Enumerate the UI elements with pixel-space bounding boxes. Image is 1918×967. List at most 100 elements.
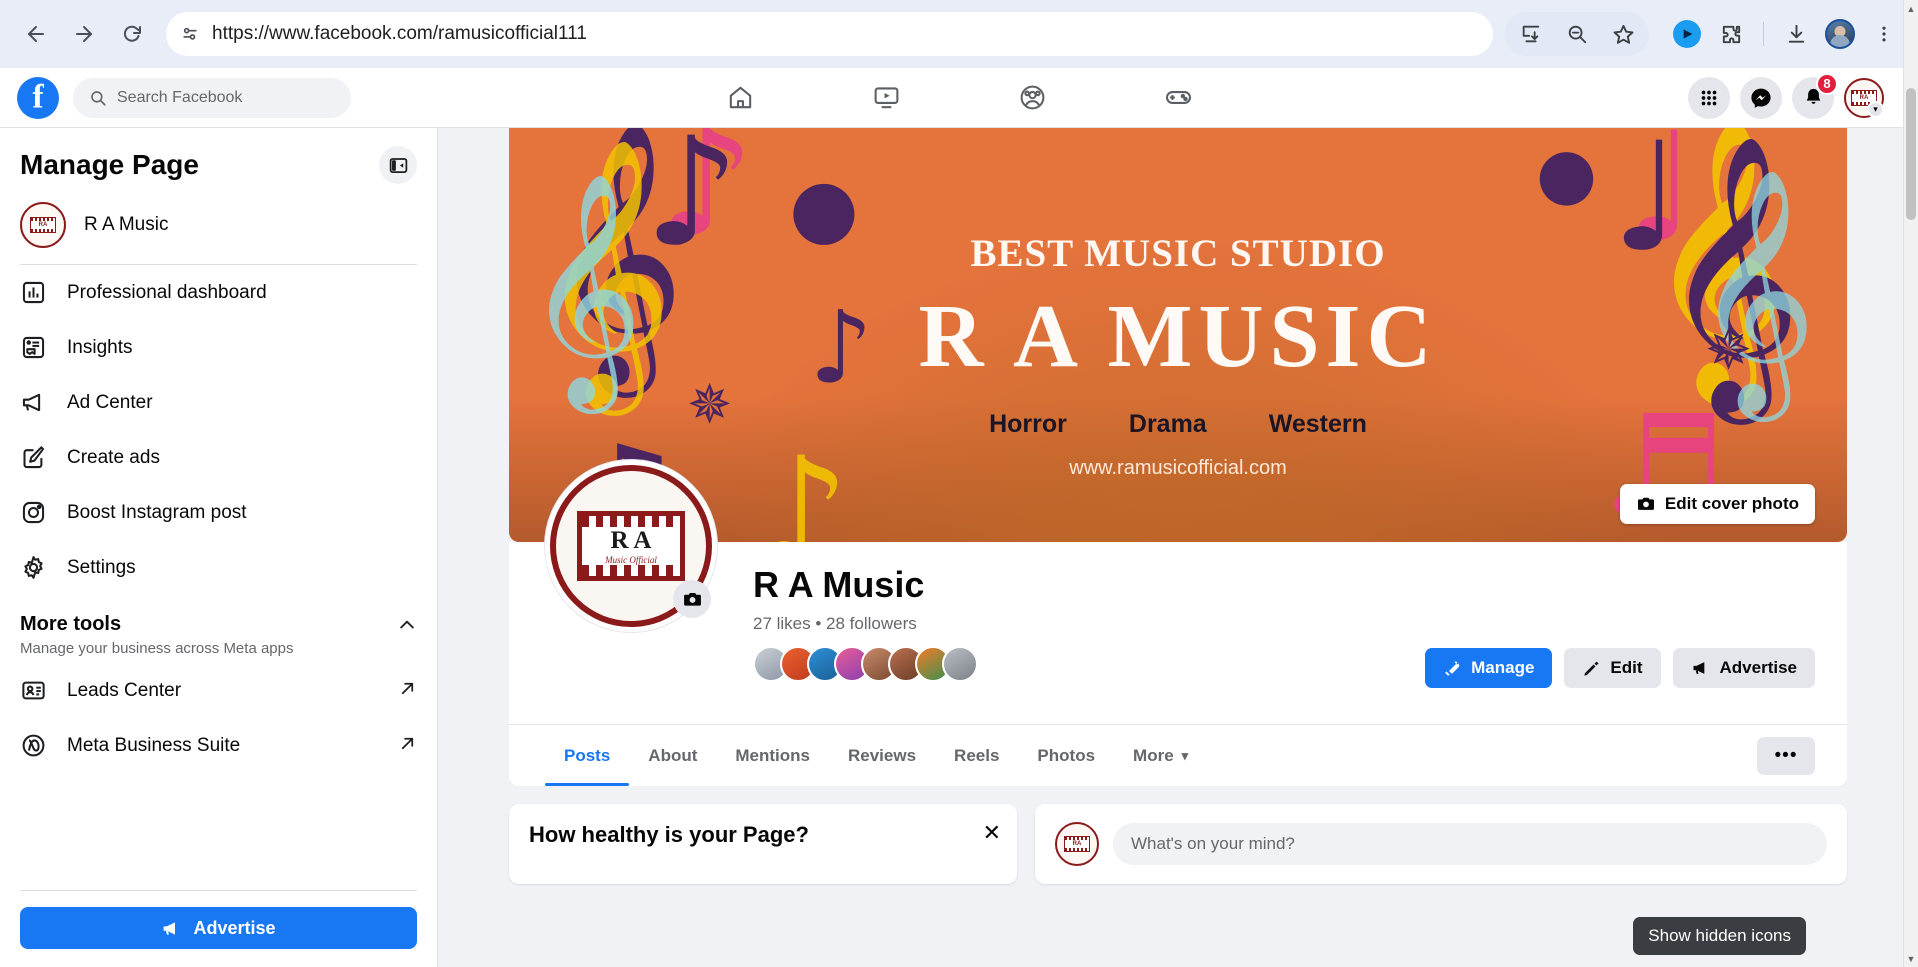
page-logo-icon: RA [30,217,56,233]
site-info-icon[interactable] [180,24,200,44]
external-link-icon [398,679,417,703]
chrome-menu-icon[interactable] [1864,14,1904,54]
search-input[interactable]: Search Facebook [73,77,351,118]
cover-genre: Western [1268,410,1367,438]
nav-groups-icon[interactable] [1003,75,1061,121]
page-container: 𝄞 𝄞 𝄞 ♪ ♪ ♫ ✵ ♪ ♪ 𝄞 𝄞 𝄞 ♩ ♩ ✵ ♬ ● ● BE [509,128,1847,884]
dashboard-icon [20,279,47,306]
address-bar[interactable]: https://www.facebook.com/ramusicofficial… [166,12,1493,56]
cover-genre: Drama [1128,410,1207,438]
scrollbar-thumb[interactable] [1906,88,1916,220]
account-avatar[interactable]: RA ▾ [1844,77,1884,118]
tab-photos[interactable]: Photos [1018,725,1114,786]
manage-button[interactable]: Manage [1425,648,1553,688]
tab-about[interactable]: About [629,725,716,786]
nav-video-icon[interactable] [857,75,915,121]
sidebar-item-ad-center[interactable]: Ad Center [20,375,417,430]
page-body: Manage Page RA R A Music Professional da… [0,0,1918,967]
forward-button[interactable] [62,12,106,56]
edit-cover-photo-label: Edit cover photo [1664,494,1799,513]
profile-info: R A Music 27 likes • 28 followers [753,564,978,682]
tab-label: Mentions [735,745,810,765]
avatar [1825,19,1855,49]
downloads-icon[interactable] [1776,14,1816,54]
pencil-icon [1582,659,1601,678]
url-text: https://www.facebook.com/ramusicofficial… [212,23,587,44]
extension-pinned-icon[interactable] [1667,14,1707,54]
more-tools-header[interactable]: More tools [20,613,417,636]
sidebar-advertise-button[interactable]: Advertise [20,907,417,949]
messenger-icon[interactable] [1740,76,1782,119]
sidebar-item-settings[interactable]: Settings [20,540,417,595]
manage-page-sidebar: Manage Page RA R A Music Professional da… [0,128,438,967]
composer-avatar: RA [1055,822,1099,866]
page-scrollbar[interactable]: ▲ ▼ [1903,0,1918,967]
composer-placeholder: What's on your mind? [1131,834,1295,853]
facebook-logo-letter: f [32,77,44,115]
instagram-icon [20,499,47,526]
edit-button[interactable]: Edit [1564,648,1661,688]
insights-icon [20,334,47,361]
sidebar-item-insights[interactable]: Insights [20,320,417,375]
edit-profile-picture-button[interactable] [673,580,711,618]
sidebar-footer-divider [20,890,417,891]
reload-button[interactable] [110,12,154,56]
sidebar-item-meta-business-suite[interactable]: Meta Business Suite [20,718,417,773]
collapse-sidebar-icon[interactable] [379,146,417,184]
extension-glyph [1673,20,1701,48]
sidebar-item-label: Ad Center [67,391,153,413]
notifications-bell-icon[interactable]: 8 [1792,72,1838,119]
chevron-up-icon[interactable] [397,615,417,635]
create-ads-icon [20,444,47,471]
follower-avatars[interactable] [753,646,978,682]
extensions-puzzle-icon[interactable] [1711,14,1751,54]
megaphone-icon [161,918,182,939]
facebook-logo-icon[interactable]: f [17,76,59,119]
sidebar-item-create-ads[interactable]: Create ads [20,430,417,485]
sidebar-item-professional-dashboard[interactable]: Professional dashboard [20,265,417,320]
profile-logo-subtitle: Music Official [605,554,657,565]
profile-actions: Manage Edit Advertise [1425,648,1815,688]
sidebar-footer: Advertise [20,890,417,967]
sidebar-page-row[interactable]: RA R A Music [20,190,417,264]
sidebar-item-boost-instagram-post[interactable]: Boost Instagram post [20,485,417,540]
page-logo-icon: RA [1064,836,1090,852]
composer-input[interactable]: What's on your mind? [1113,823,1827,865]
back-button[interactable] [14,12,58,56]
tab-reviews[interactable]: Reviews [829,725,935,786]
scroll-up-icon[interactable]: ▲ [1904,0,1918,17]
search-icon [89,89,107,107]
page-health-title: How healthy is your Page? [529,822,809,847]
chevron-down-icon: ▾ [1867,100,1884,118]
tab-posts[interactable]: Posts [545,725,630,786]
sidebar-item-label: Insights [67,336,133,358]
tabs-overflow-button[interactable]: ••• [1757,736,1815,775]
close-icon[interactable]: ✕ [983,820,1001,846]
sidebar-item-label: Leads Center [67,679,182,701]
tab-more[interactable]: More ▾ [1114,725,1207,786]
gear-icon [20,554,47,581]
tab-mentions[interactable]: Mentions [716,725,829,786]
sidebar-item-label: Professional dashboard [67,281,267,303]
profile-tabs: Posts About Mentions Reviews Reels Photo… [509,724,1847,786]
tab-reels[interactable]: Reels [935,725,1018,786]
cover-photo[interactable]: 𝄞 𝄞 𝄞 ♪ ♪ ♫ ✵ ♪ ♪ 𝄞 𝄞 𝄞 ♩ ♩ ✵ ♬ ● ● BE [509,128,1847,542]
bookmark-star-icon[interactable] [1603,14,1643,54]
cover-website: www.ramusicofficial.com [1069,457,1287,479]
sidebar-page-name: R A Music [84,214,169,235]
sidebar-advertise-label: Advertise [193,917,276,938]
scroll-down-icon[interactable]: ▼ [1904,950,1918,967]
install-icon[interactable] [1511,14,1551,54]
sidebar-item-leads-center[interactable]: Leads Center [20,663,417,718]
menu-grid-icon[interactable] [1688,76,1730,119]
nav-home-icon[interactable] [711,75,769,121]
edit-cover-photo-button[interactable]: Edit cover photo [1619,484,1815,524]
nav-gaming-icon[interactable] [1149,75,1207,121]
advertise-button[interactable]: Advertise [1672,648,1815,688]
chrome-profile-avatar[interactable] [1820,14,1860,54]
tab-label: Photos [1037,745,1096,765]
external-link-icon [398,734,417,758]
toolbar-divider [1763,22,1764,46]
ad-center-icon [20,389,47,416]
zoom-out-icon[interactable] [1557,14,1597,54]
